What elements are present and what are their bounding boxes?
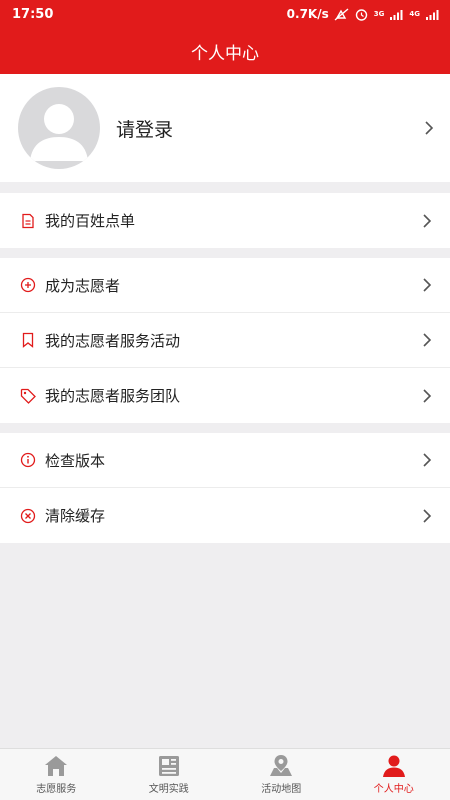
menu-item-my-teams[interactable]: 我的志愿者服务团队 [0,368,450,423]
close-circle-icon [20,508,36,523]
menu-item-label: 清除缓存 [45,507,106,525]
menu-group-volunteer: 成为志愿者 我的志愿者服务活动 我的志愿者服务团队 [0,258,450,423]
chevron-right-icon [423,388,432,403]
chevron-right-icon [423,508,432,523]
tab-label: 个人中心 [373,784,414,795]
signal-1-label: 3G [373,9,385,18]
home-icon [45,756,68,776]
tab-activity-map[interactable]: 活动地图 [225,749,338,800]
title-bar: 个人中心 [0,28,450,74]
chevron-right-icon [425,121,434,135]
menu-item-my-activities[interactable]: 我的志愿者服务活动 [0,313,450,368]
menu-item-label: 我的志愿者服务活动 [45,331,181,350]
menu-item-label: 我的志愿者服务团队 [45,387,181,405]
menu-item-label: 成为志愿者 [45,276,121,295]
tab-personal-center[interactable]: 个人中心 [338,749,450,800]
menu-item-label: 检查版本 [45,451,106,470]
signal-2-label: 4G [409,9,420,18]
status-time: 17:50 [12,6,54,22]
tab-label: 活动地图 [261,784,302,795]
tab-label: 志愿服务 [36,784,77,795]
info-circle-icon [20,452,36,468]
bookmark-icon [22,332,34,348]
status-indicators: 0.7K/s 3G 4G [287,7,440,21]
tab-volunteer-service[interactable]: 志愿服务 [0,749,113,800]
menu-item-my-orders[interactable]: 我的百姓点单 [0,193,450,248]
chevron-right-icon [423,333,432,347]
chevron-right-icon [423,453,432,467]
menu-item-become-volunteer[interactable]: 成为志愿者 [0,258,450,313]
status-bar: 17:50 0.7K/s 3G 4G [0,0,450,28]
menu-item-label: 我的百姓点单 [45,212,136,230]
tab-label: 文明实践 [148,784,189,795]
avatar-person-icon [30,104,88,161]
person-icon [382,755,405,777]
avatar [18,87,100,169]
document-icon [22,213,34,228]
bottom-tab-bar: 志愿服务 文明实践 活动地图 个人中心 [0,748,450,800]
page-title: 个人中心 [191,43,259,64]
menu-group-orders: 我的百姓点单 [0,193,450,248]
signal-bars-icon [426,9,439,20]
mute-icon [334,7,349,21]
menu-item-clear-cache[interactable]: 清除缓存 [0,488,450,543]
tab-civilization-practice[interactable]: 文明实践 [113,749,226,800]
profile-login-row[interactable]: 请登录 [0,74,450,182]
alarm-icon [355,8,367,21]
login-label: 请登录 [116,118,174,141]
map-icon [270,755,293,776]
signal-1: 3G [373,9,385,18]
tag-icon [20,388,36,404]
network-speed: 0.7K/s [286,7,329,21]
menu-item-check-version[interactable]: 检查版本 [0,433,450,488]
plus-circle-icon [20,277,36,293]
signal-bars-icon [390,9,403,20]
chevron-right-icon [423,278,432,292]
chevron-right-icon [423,213,432,228]
menu-group-app: 检查版本 清除缓存 [0,433,450,543]
news-icon [158,756,179,776]
